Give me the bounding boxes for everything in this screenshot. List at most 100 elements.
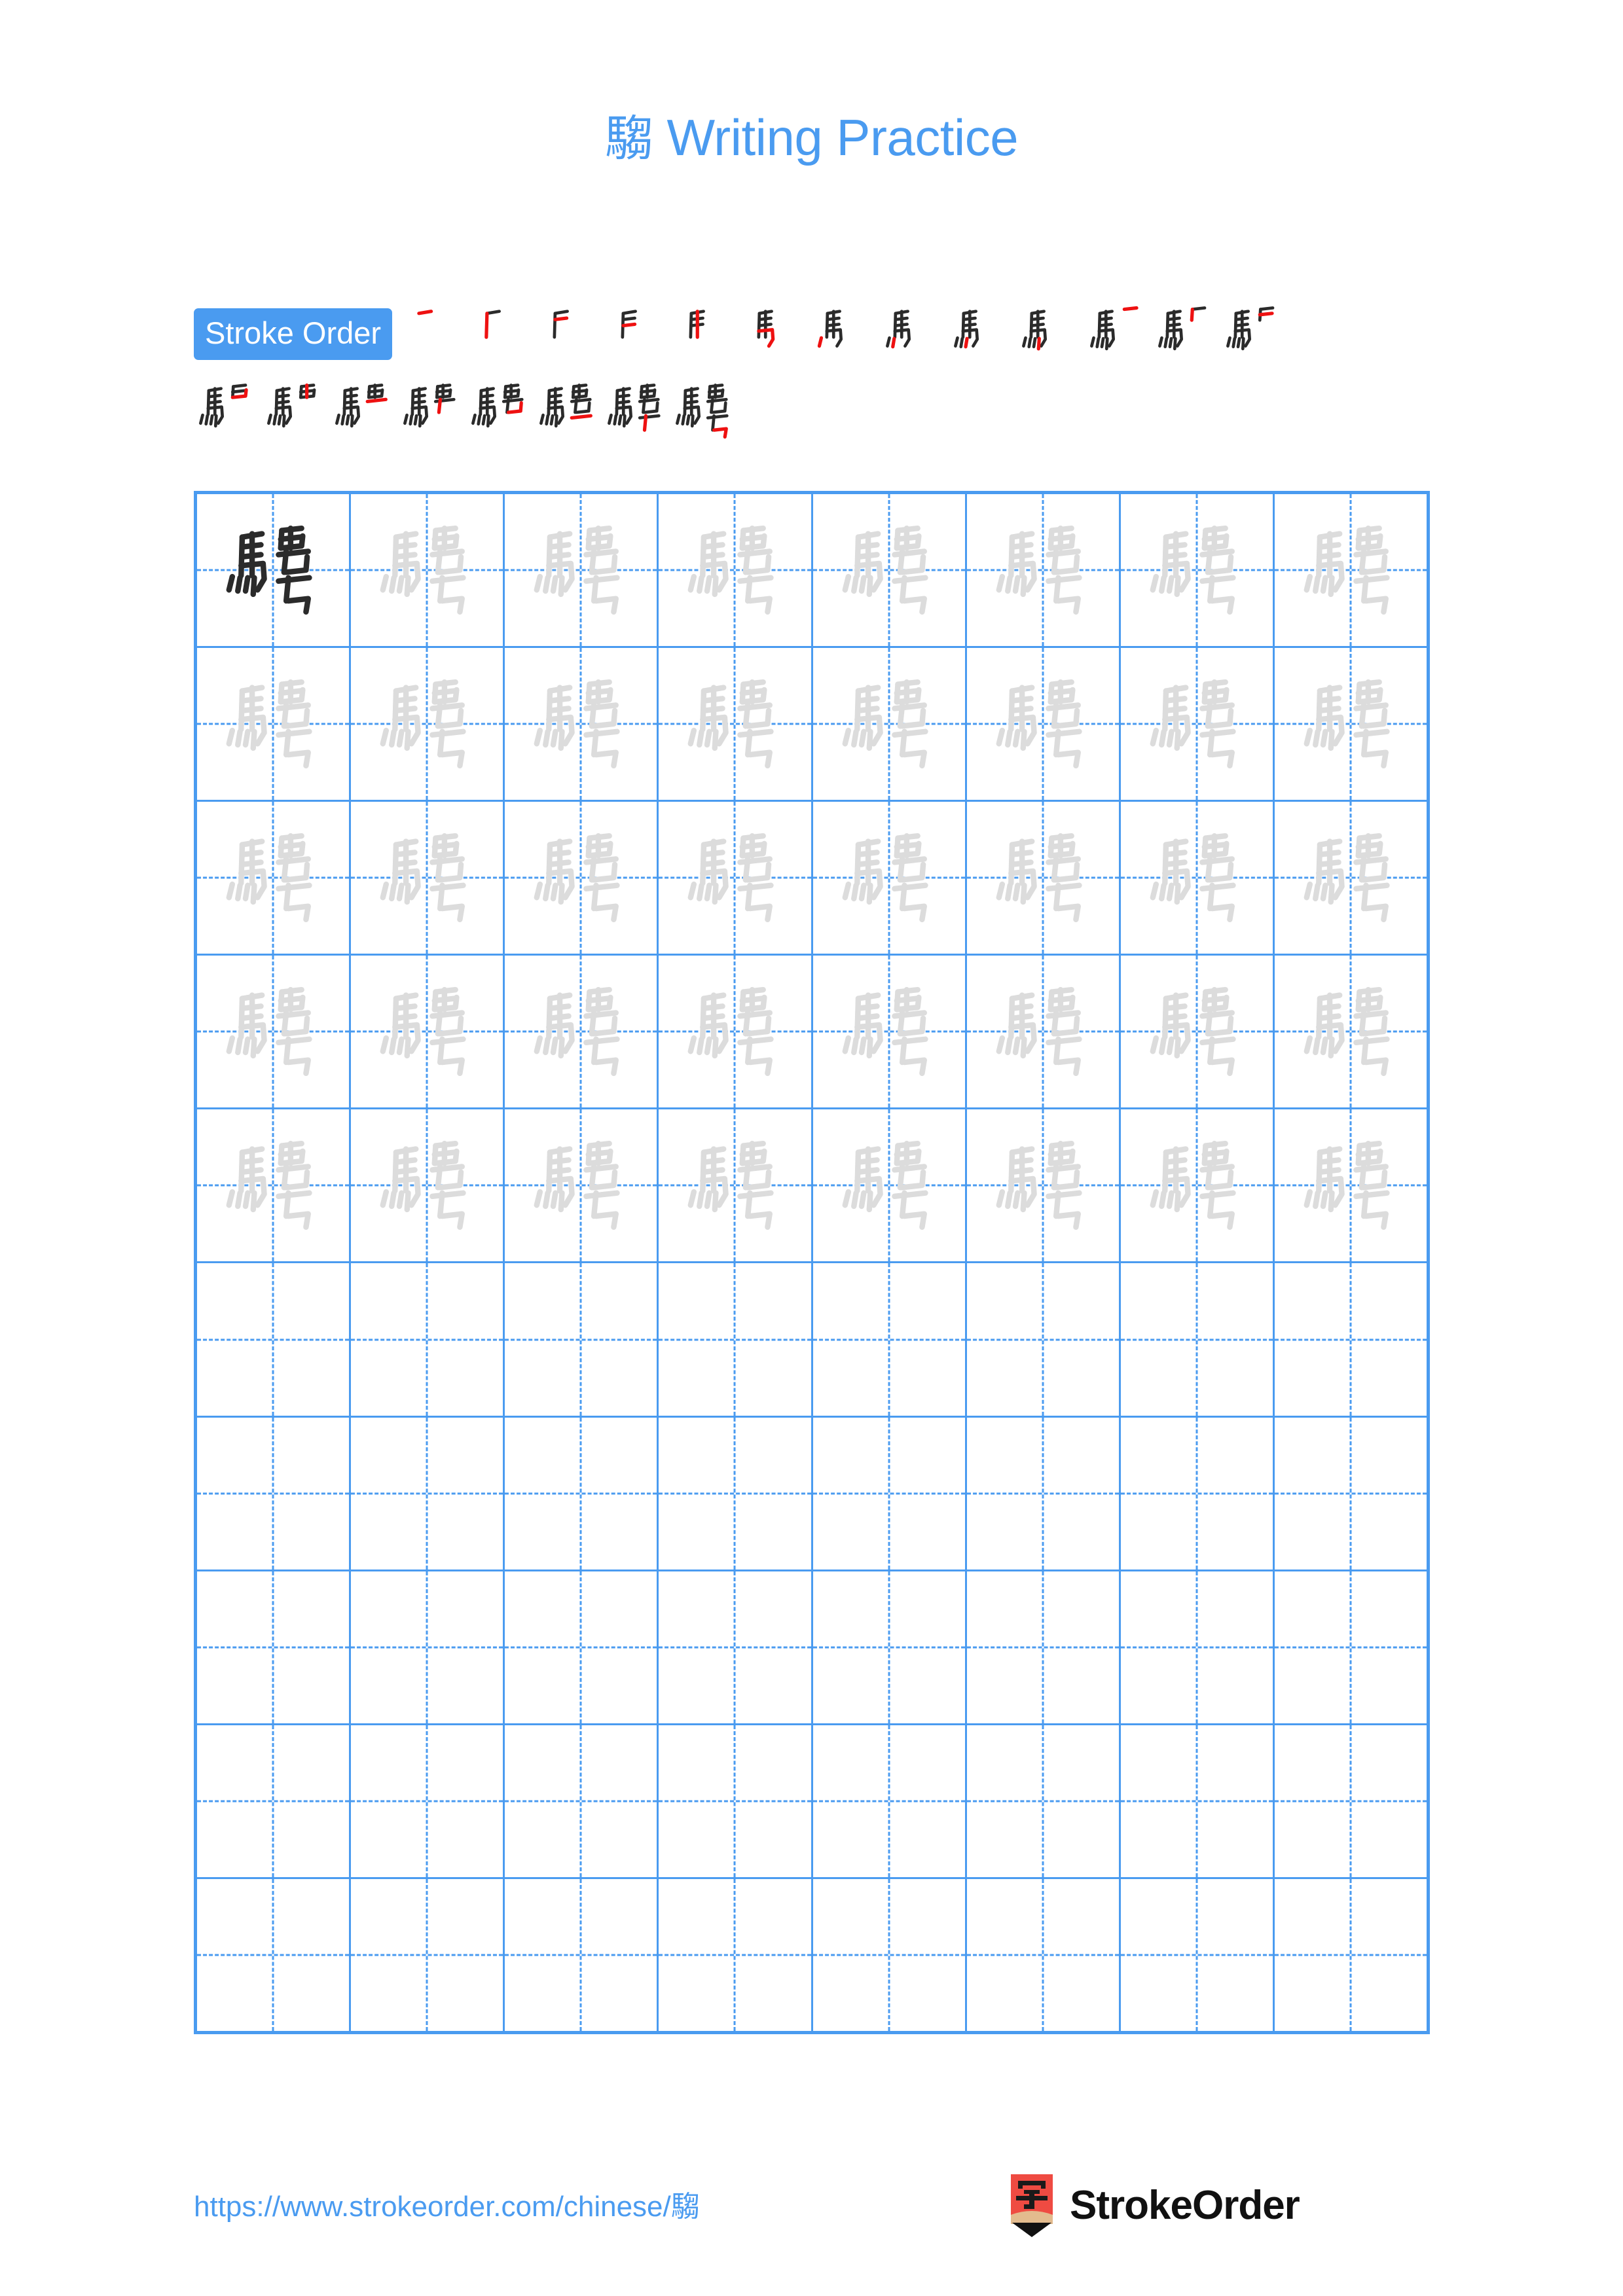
practice-grid-cell[interactable]: [1120, 494, 1275, 647]
practice-grid-cell[interactable]: [966, 494, 1121, 647]
cell-horizontal-guide: [659, 1646, 811, 1649]
practice-grid-cell[interactable]: [505, 648, 659, 800]
practice-grid-cell[interactable]: [966, 1725, 1121, 1877]
practice-grid-cell[interactable]: [812, 1725, 967, 1877]
practice-grid-cell[interactable]: [966, 802, 1121, 954]
practice-grid-row: [197, 1725, 1427, 1879]
practice-grid-cell[interactable]: [966, 956, 1121, 1108]
practice-grid-cell[interactable]: [1274, 802, 1427, 954]
practice-grid-cell[interactable]: [505, 1878, 659, 2031]
practice-grid-cell[interactable]: [197, 1417, 352, 1570]
practice-grid-cell[interactable]: [505, 1109, 659, 1262]
practice-grid-cell[interactable]: [1274, 1417, 1427, 1570]
practice-grid-cell[interactable]: [966, 1109, 1121, 1262]
stroke-step-11: [1085, 300, 1153, 368]
practice-grid-cell[interactable]: [812, 1878, 967, 2031]
stroke-step-18: [466, 377, 534, 445]
practice-grid-cell[interactable]: [1120, 1263, 1275, 1416]
practice-grid-cell[interactable]: [351, 956, 505, 1108]
practice-grid-cell[interactable]: [812, 802, 967, 954]
practice-grid-cell[interactable]: [197, 1109, 352, 1262]
practice-grid-cell[interactable]: [1274, 494, 1427, 647]
practice-grid-cell[interactable]: [659, 802, 813, 954]
practice-grid-cell[interactable]: [1120, 1109, 1275, 1262]
practice-grid-cell[interactable]: [1274, 1878, 1427, 2031]
practice-grid-cell[interactable]: [659, 956, 813, 1108]
cell-horizontal-guide: [659, 1492, 811, 1495]
practice-grid-cell[interactable]: [197, 1725, 352, 1877]
stroke-order-section: Stroke Order: [194, 298, 1431, 447]
practice-grid-cell[interactable]: [1274, 1263, 1427, 1416]
trace-character: [351, 823, 503, 933]
practice-grid-cell[interactable]: [966, 1571, 1121, 1723]
practice-grid-cell[interactable]: [505, 802, 659, 954]
practice-grid-cell[interactable]: [659, 1417, 813, 1570]
practice-grid-cell[interactable]: [1274, 1725, 1427, 1877]
practice-grid-cell[interactable]: [1274, 956, 1427, 1108]
practice-grid-cell[interactable]: [966, 1878, 1121, 2031]
cell-horizontal-guide: [505, 1646, 657, 1649]
practice-grid-row: [197, 1109, 1427, 1264]
practice-grid-cell[interactable]: [197, 1878, 352, 2031]
practice-grid-cell[interactable]: [505, 1725, 659, 1877]
practice-grid-cell[interactable]: [505, 494, 659, 647]
practice-grid-cell[interactable]: [1120, 648, 1275, 800]
practice-grid-cell[interactable]: [505, 1571, 659, 1723]
cell-horizontal-guide: [966, 1338, 1119, 1341]
practice-grid-cell[interactable]: [1120, 1417, 1275, 1570]
practice-grid-cell[interactable]: [812, 1263, 967, 1416]
practice-grid-cell[interactable]: [197, 494, 352, 647]
practice-grid-cell[interactable]: [351, 802, 505, 954]
practice-grid-cell[interactable]: [351, 494, 505, 647]
trace-character: [197, 823, 349, 933]
practice-grid-cell[interactable]: [505, 956, 659, 1108]
practice-grid-cell[interactable]: [351, 1417, 505, 1570]
practice-grid-cell[interactable]: [197, 802, 352, 954]
practice-grid-cell[interactable]: [659, 1263, 813, 1416]
practice-grid-cell[interactable]: [659, 1725, 813, 1877]
practice-grid-cell[interactable]: [966, 648, 1121, 800]
practice-grid-row: [197, 1571, 1427, 1725]
practice-grid-cell[interactable]: [966, 1417, 1121, 1570]
practice-grid-cell[interactable]: [812, 1109, 967, 1262]
practice-grid-cell[interactable]: [1274, 648, 1427, 800]
practice-grid-cell[interactable]: [659, 648, 813, 800]
practice-grid-cell[interactable]: [197, 956, 352, 1108]
practice-grid-cell[interactable]: [1120, 1725, 1275, 1877]
practice-grid-cell[interactable]: [1120, 1878, 1275, 2031]
trace-character: [1121, 823, 1273, 933]
trace-character: [505, 669, 657, 779]
practice-grid-cell[interactable]: [659, 494, 813, 647]
practice-grid-cell[interactable]: [351, 1725, 505, 1877]
practice-grid-cell[interactable]: [812, 494, 967, 647]
cell-horizontal-guide: [197, 1646, 350, 1649]
practice-grid-cell[interactable]: [505, 1263, 659, 1416]
practice-grid-cell[interactable]: [659, 1109, 813, 1262]
practice-grid-cell[interactable]: [659, 1571, 813, 1723]
footer-url[interactable]: https://www.strokeorder.com/chinese/騶: [194, 2187, 700, 2227]
practice-grid-cell[interactable]: [351, 1878, 505, 2031]
practice-grid-cell[interactable]: [351, 1109, 505, 1262]
trace-character: [505, 1130, 657, 1240]
practice-grid-cell[interactable]: [812, 1571, 967, 1723]
practice-grid-cell[interactable]: [1274, 1571, 1427, 1723]
trace-character: [1275, 515, 1427, 625]
practice-grid-cell[interactable]: [1120, 1571, 1275, 1723]
practice-grid-cell[interactable]: [812, 648, 967, 800]
practice-grid-cell[interactable]: [351, 1571, 505, 1723]
practice-grid-cell[interactable]: [197, 1571, 352, 1723]
practice-grid-cell[interactable]: [966, 1263, 1121, 1416]
practice-grid-cell[interactable]: [812, 1417, 967, 1570]
practice-grid-cell[interactable]: [505, 1417, 659, 1570]
practice-grid-cell[interactable]: [1120, 802, 1275, 954]
trace-character: [659, 977, 811, 1086]
practice-grid-cell[interactable]: [1274, 1109, 1427, 1262]
practice-grid-cell[interactable]: [351, 648, 505, 800]
practice-grid-cell[interactable]: [659, 1878, 813, 2031]
practice-grid-cell[interactable]: [197, 1263, 352, 1416]
practice-grid-cell[interactable]: [1120, 956, 1275, 1108]
practice-grid-cell[interactable]: [812, 956, 967, 1108]
practice-grid-cell[interactable]: [197, 648, 352, 800]
cell-horizontal-guide: [966, 1492, 1119, 1495]
practice-grid-cell[interactable]: [351, 1263, 505, 1416]
